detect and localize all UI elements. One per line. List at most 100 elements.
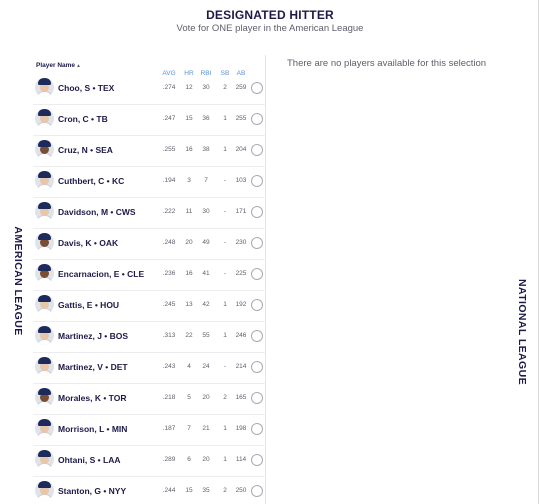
player-stat-hr: 20 xyxy=(185,239,193,246)
player-stat-rbi: 36 xyxy=(202,115,210,122)
table-row[interactable]: Cruz, N • SEA .255 16 38 1 204 xyxy=(33,136,266,167)
player-stat-sb: 2 xyxy=(223,394,227,401)
american-league-tab[interactable]: AMERICAN LEAGUE xyxy=(12,226,24,335)
page-title: DESIGNATED HITTER xyxy=(206,8,334,22)
vote-radio[interactable] xyxy=(251,82,263,94)
player-name: Stanton, G • NYY xyxy=(58,486,127,496)
player-avatar xyxy=(35,171,54,190)
sort-ascending-icon: ▲ xyxy=(76,63,81,69)
player-stat-avg: .236 xyxy=(162,270,176,277)
player-stat-sb: - xyxy=(223,363,227,370)
player-avatar xyxy=(35,233,54,252)
player-avatar xyxy=(35,326,54,345)
player-stat-hr: 16 xyxy=(185,270,193,277)
player-stat-sb: - xyxy=(223,270,227,277)
player-stat-sb: 2 xyxy=(223,84,227,91)
player-stat-ab: 255 xyxy=(235,115,247,122)
table-row[interactable]: Ohtani, S • LAA .289 6 20 1 114 xyxy=(33,446,266,477)
column-header-name-label: Player Name xyxy=(36,62,76,69)
player-name: Morales, K • TOR xyxy=(58,393,127,403)
player-stat-ab: 225 xyxy=(235,270,247,277)
vote-radio[interactable] xyxy=(251,268,263,280)
table-row[interactable]: Martinez, J • BOS .313 22 55 1 246 xyxy=(33,322,266,353)
player-stat-ab: 198 xyxy=(235,425,247,432)
column-header-name[interactable]: Player Name▲ xyxy=(36,62,81,74)
player-stat-rbi: 20 xyxy=(202,394,210,401)
table-row[interactable]: Cron, C • TB .247 15 36 1 255 xyxy=(33,105,266,136)
vote-radio[interactable] xyxy=(251,330,263,342)
player-stat-sb: 1 xyxy=(223,456,227,463)
player-stat-hr: 4 xyxy=(187,363,191,370)
player-stat-rbi: 30 xyxy=(202,208,210,215)
player-avatar xyxy=(35,481,54,500)
player-avatar xyxy=(35,202,54,221)
player-stat-hr: 22 xyxy=(185,332,193,339)
player-name: Davis, K • OAK xyxy=(58,238,119,248)
player-stat-rbi: 7 xyxy=(204,177,208,184)
national-league-tab[interactable]: NATIONAL LEAGUE xyxy=(516,279,528,385)
table-row[interactable]: Davidson, M • CWS .222 11 30 - 171 xyxy=(33,198,266,229)
player-name: Martinez, V • DET xyxy=(58,362,128,372)
player-stat-rbi: 49 xyxy=(202,239,210,246)
player-stat-ab: 214 xyxy=(235,363,247,370)
player-avatar xyxy=(35,78,54,97)
player-avatar xyxy=(35,450,54,469)
player-stat-ab: 246 xyxy=(235,332,247,339)
player-stat-hr: 15 xyxy=(185,115,193,122)
player-avatar xyxy=(35,109,54,128)
table-row[interactable]: Gattis, E • HOU .245 13 42 1 192 xyxy=(33,291,266,322)
vote-radio[interactable] xyxy=(251,206,263,218)
player-stat-sb: 1 xyxy=(223,301,227,308)
player-stat-rbi: 42 xyxy=(202,301,210,308)
player-stat-sb: - xyxy=(223,208,227,215)
vote-radio[interactable] xyxy=(251,392,263,404)
national-empty-message: There are no players available for this … xyxy=(287,58,487,69)
player-table: Player Name▲ AVG HR RBI SB AB Choo, S • … xyxy=(33,60,266,504)
table-row[interactable]: Cuthbert, C • KC .194 3 7 - 103 xyxy=(33,167,266,198)
page-subtitle: Vote for ONE player in the American Leag… xyxy=(176,23,364,34)
vote-radio[interactable] xyxy=(251,237,263,249)
vote-radio[interactable] xyxy=(251,361,263,373)
player-stat-avg: .248 xyxy=(162,239,176,246)
player-stat-ab: 114 xyxy=(235,456,247,463)
player-stat-rbi: 24 xyxy=(202,363,210,370)
player-stat-hr: 13 xyxy=(185,301,193,308)
player-stat-ab: 250 xyxy=(235,487,247,494)
player-stat-sb: 1 xyxy=(223,332,227,339)
table-row[interactable]: Choo, S • TEX .274 12 30 2 259 xyxy=(33,74,266,105)
player-stat-hr: 16 xyxy=(185,146,193,153)
table-row[interactable]: Encarnacion, E • CLE .236 16 41 - 225 xyxy=(33,260,266,291)
player-stat-ab: 103 xyxy=(235,177,247,184)
player-stat-rbi: 21 xyxy=(202,425,210,432)
table-row[interactable]: Stanton, G • NYY .244 15 35 2 250 xyxy=(33,477,266,504)
player-stat-sb: 1 xyxy=(223,115,227,122)
player-stat-ab: 165 xyxy=(235,394,247,401)
player-avatar xyxy=(35,357,54,376)
vote-radio[interactable] xyxy=(251,113,263,125)
player-stat-ab: 259 xyxy=(235,84,247,91)
vote-radio[interactable] xyxy=(251,175,263,187)
player-stat-hr: 5 xyxy=(187,394,191,401)
player-stat-hr: 12 xyxy=(185,84,193,91)
player-stat-sb: 1 xyxy=(223,425,227,432)
player-avatar xyxy=(35,388,54,407)
player-stat-sb: 1 xyxy=(223,146,227,153)
page-divider xyxy=(538,0,539,504)
table-row[interactable]: Martinez, V • DET .243 4 24 - 214 xyxy=(33,353,266,384)
vote-radio[interactable] xyxy=(251,485,263,497)
vote-radio[interactable] xyxy=(251,299,263,311)
table-row[interactable]: Morales, K • TOR .218 5 20 2 165 xyxy=(33,384,266,415)
player-stat-avg: .243 xyxy=(162,363,176,370)
vote-radio[interactable] xyxy=(251,454,263,466)
table-row[interactable]: Morrison, L • MIN .187 7 21 1 198 xyxy=(33,415,266,446)
player-avatar xyxy=(35,140,54,159)
player-avatar xyxy=(35,419,54,438)
vote-radio[interactable] xyxy=(251,144,263,156)
player-stat-hr: 3 xyxy=(187,177,191,184)
player-avatar xyxy=(35,295,54,314)
player-name: Cruz, N • SEA xyxy=(58,145,113,155)
vote-radio[interactable] xyxy=(251,423,263,435)
player-stat-hr: 15 xyxy=(185,487,193,494)
table-row[interactable]: Davis, K • OAK .248 20 49 - 230 xyxy=(33,229,266,260)
player-stat-hr: 11 xyxy=(185,208,193,215)
